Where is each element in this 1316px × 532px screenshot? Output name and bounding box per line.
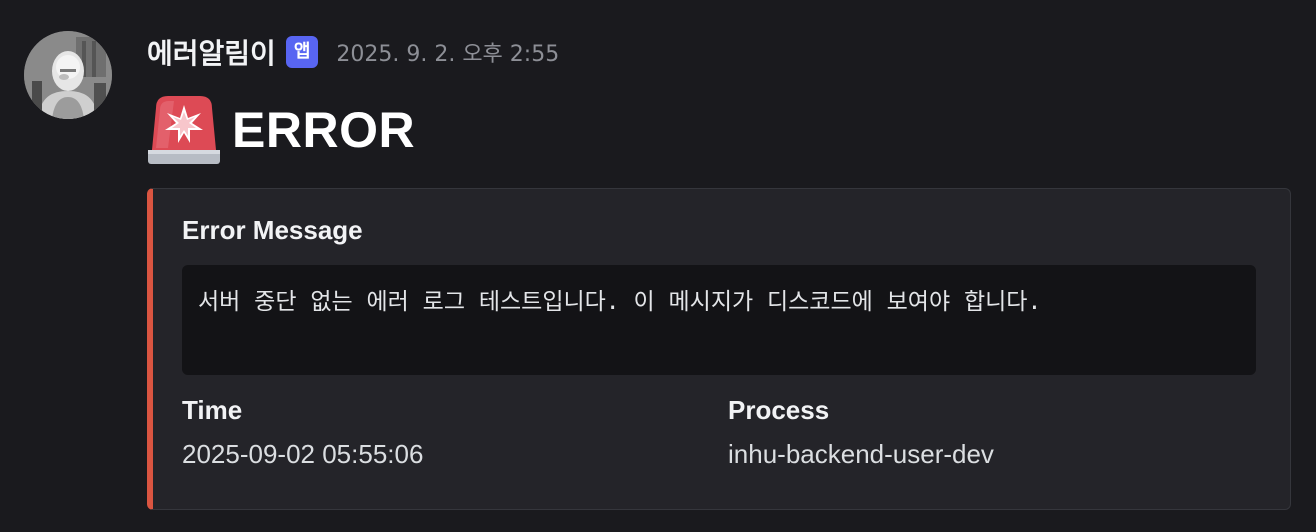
error-embed: Error Message 서버 중단 없는 에러 로그 테스트입니다. 이 메… [147,188,1291,510]
username[interactable]: 에러알림이 [147,32,276,72]
message-timestamp[interactable]: 2025. 9. 2. 오후 2:55 [336,36,559,68]
error-message-label: Error Message [182,215,363,245]
message-header: 에러알림이 앱 2025. 9. 2. 오후 2:55 [147,32,559,72]
avatar[interactable] [24,31,112,119]
message-title: ERROR [146,92,415,168]
time-value: 2025-09-02 05:55:06 [182,439,424,469]
time-label: Time [182,395,243,425]
app-badge: 앱 [285,36,319,68]
process-value: inhu-backend-user-dev [728,439,994,469]
police-car-light-icon [148,96,220,164]
error-message-code-block[interactable]: 서버 중단 없는 에러 로그 테스트입니다. 이 메시지가 디스코드에 보여야 … [182,265,1256,375]
error-title: ERROR [232,102,416,158]
process-label: Process [728,395,830,425]
robot-avatar-icon [24,31,112,119]
chat-message: 에러알림이 앱 2025. 9. 2. 오후 2:55 ERROR Error … [0,0,1316,532]
